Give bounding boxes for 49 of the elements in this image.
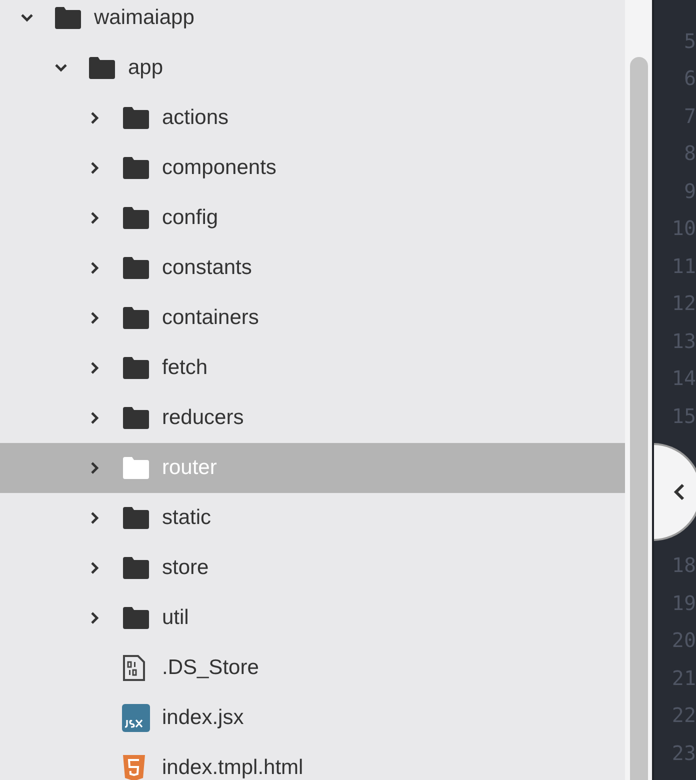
folder-icon [122, 256, 150, 280]
folder-name: fetch [162, 356, 208, 380]
jsx-file-icon [122, 704, 150, 732]
folder-name: static [162, 506, 212, 530]
folder-icon [122, 456, 150, 480]
folder-name: store [162, 556, 209, 580]
folder-icon [122, 606, 150, 630]
tree-row[interactable]: index.jsx [0, 693, 625, 743]
folder-icon [122, 406, 150, 430]
folder-name: router [162, 456, 217, 480]
folder-icon [122, 206, 150, 230]
folder-name: constants [162, 256, 252, 280]
tree-row[interactable]: actions [0, 93, 625, 143]
tree-row[interactable]: waimaiapp [0, 0, 625, 43]
tree-row[interactable]: store [0, 543, 625, 593]
file-name: .DS_Store [162, 656, 259, 680]
tree-row[interactable]: static [0, 493, 625, 543]
folder-name: containers [162, 306, 259, 330]
file-name: index.jsx [162, 706, 244, 730]
folder-name: waimaiapp [94, 6, 194, 30]
tree-row[interactable]: reducers [0, 393, 625, 443]
tree-row[interactable]: app [0, 43, 625, 93]
file-name: index.tmpl.html [162, 756, 304, 780]
folder-icon [122, 356, 150, 380]
tree-row[interactable]: .DS_Store [0, 643, 625, 693]
tree-row[interactable]: util [0, 593, 625, 643]
folder-name: config [162, 206, 218, 230]
folder-icon [122, 106, 150, 130]
tree-row[interactable]: index.tmpl.html [0, 743, 625, 780]
folder-icon [54, 6, 82, 30]
folder-icon [122, 306, 150, 330]
folder-icon [122, 556, 150, 580]
html5-file-icon [122, 754, 146, 780]
folder-name: actions [162, 106, 229, 130]
folder-icon [122, 156, 150, 180]
tree-row[interactable]: constants [0, 243, 625, 293]
tree-row[interactable]: components [0, 143, 625, 193]
tree-row[interactable]: fetch [0, 343, 625, 393]
folder-icon [88, 56, 116, 80]
folder-icon [122, 506, 150, 530]
folder-name: reducers [162, 406, 244, 430]
tree-row[interactable]: config [0, 193, 625, 243]
tree-row[interactable]: containers [0, 293, 625, 343]
scrollbar-thumb[interactable] [630, 57, 648, 780]
binary-file-icon [122, 654, 146, 682]
folder-name: app [128, 56, 164, 80]
chevron-left-icon [672, 482, 686, 502]
folder-name: util [162, 606, 189, 630]
folder-name: components [162, 156, 276, 180]
